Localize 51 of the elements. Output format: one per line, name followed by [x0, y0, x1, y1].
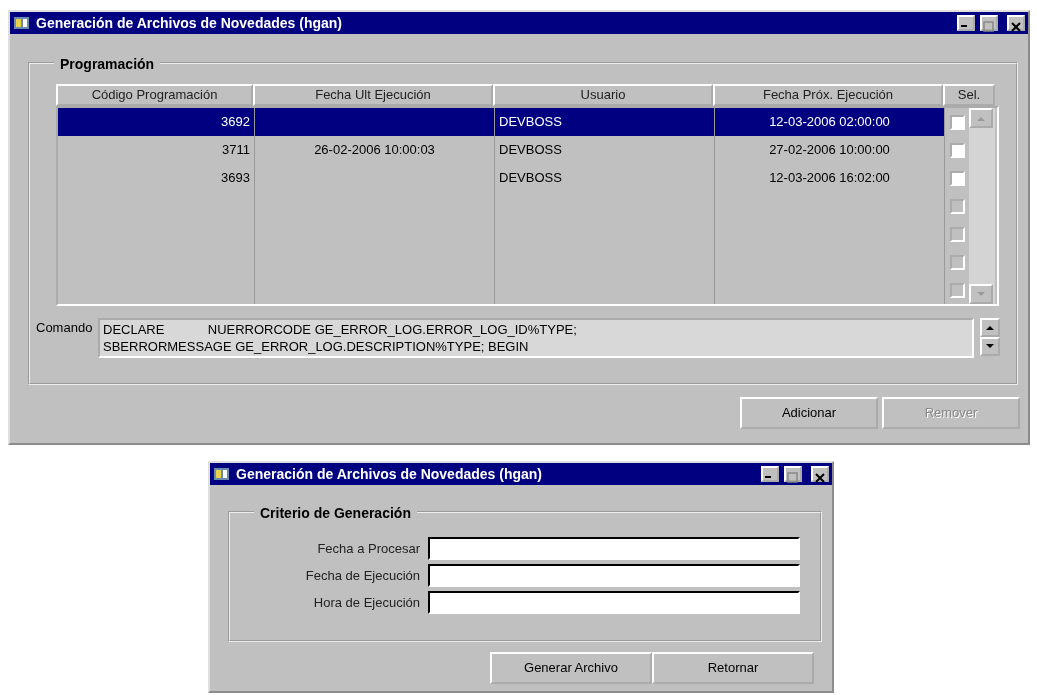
- table-cell: DEVBOSS: [495, 136, 715, 164]
- window-title: Generación de Archivos de Novedades (hgan): [236, 464, 543, 484]
- close-button[interactable]: [811, 466, 829, 482]
- field-label: Comando: [36, 319, 94, 337]
- minimize-icon: [765, 476, 771, 478]
- dialog-button[interactable]: Retornar: [652, 652, 814, 684]
- app-icon: [13, 15, 31, 31]
- minimize-icon: [961, 25, 967, 27]
- close-icon: [813, 471, 827, 484]
- window-title: Generación de Archivos de Novedades (hgan): [36, 13, 343, 33]
- column-header[interactable]: Código Programación: [56, 84, 253, 106]
- checkbox[interactable]: [949, 142, 965, 158]
- maximize-icon: [982, 20, 996, 33]
- input-field[interactable]: [428, 591, 800, 614]
- arrow-up-icon: [977, 115, 985, 121]
- table-cell: 12-03-2006 16:02:00: [715, 164, 945, 192]
- column-header[interactable]: Fecha Próx. Ejecución: [713, 84, 943, 106]
- field-label: Hora de Ejecución: [312, 593, 420, 612]
- command-field[interactable]: DECLARE NUERRORCODE GE_ERROR_LOG.ERROR_LOG_ID%TYPE; SBERRORMESSAGE GE_ERROR_LOG.DESCRIPTION%TYPE; BEGIN: [98, 318, 974, 358]
- maximize-button[interactable]: [784, 466, 802, 482]
- table-cell: 26-02-2006 10:00:03: [255, 136, 495, 164]
- table-cell: 12-03-2006 02:00:00: [715, 108, 945, 136]
- minimize-button[interactable]: [761, 466, 779, 482]
- arrow-up-icon: [986, 325, 994, 330]
- input-field[interactable]: [428, 537, 800, 560]
- table-cell: 27-02-2006 10:00:00: [715, 136, 945, 164]
- table-cell: 3693: [58, 164, 255, 192]
- scrollbar[interactable]: [969, 108, 995, 304]
- arrow-down-icon: [977, 291, 985, 297]
- close-button[interactable]: [1007, 15, 1025, 31]
- arrow-down-icon: [986, 344, 994, 349]
- table-cell: 3692: [58, 108, 255, 136]
- scrollbar[interactable]: [980, 318, 1000, 356]
- maximize-button[interactable]: [980, 15, 998, 31]
- checkbox[interactable]: [949, 114, 965, 130]
- table-cell: 3711: [58, 136, 255, 164]
- table-cell: DEVBOSS: [495, 108, 715, 136]
- checkbox[interactable]: [949, 170, 965, 186]
- field-label: Fecha de Ejecución: [304, 566, 420, 585]
- minimize-button[interactable]: [957, 15, 975, 31]
- column-header[interactable]: Sel.: [943, 84, 995, 106]
- close-icon: [1009, 20, 1023, 33]
- input-field[interactable]: [428, 564, 800, 587]
- app-icon: [213, 466, 231, 482]
- column-header[interactable]: Usuario: [493, 84, 713, 106]
- column-header[interactable]: Fecha Ult Ejecución: [253, 84, 493, 106]
- dialog-button[interactable]: Adicionar: [740, 397, 878, 429]
- field-label: Fecha a Procesar: [316, 539, 420, 558]
- table-cell: DEVBOSS: [495, 164, 715, 192]
- maximize-icon: [786, 471, 800, 484]
- dialog-button[interactable]: Generar Archivo: [490, 652, 652, 684]
